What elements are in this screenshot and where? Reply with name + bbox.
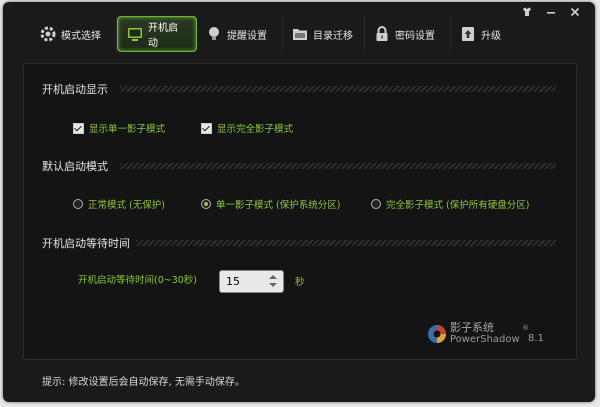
spin-down-arrow-icon[interactable] [269, 283, 277, 287]
radio-unselected[interactable] [73, 199, 83, 209]
spin-up-arrow-icon[interactable] [269, 275, 277, 279]
app-window: 模式选择 开机启动 提醒设置 目录迁移 密码设置 升级 开机启动显示 显示单一影… [3, 2, 595, 402]
tab-label: 模式选择 [61, 30, 101, 42]
tab-boot-startup[interactable]: 开机启动 [117, 16, 197, 52]
section-title-default-mode: 默认启动模式 [42, 160, 108, 173]
tab-bar: 模式选择 开机启动 提醒设置 目录迁移 密码设置 升级 [31, 16, 513, 54]
status-tip: 提示: 修改设置后会自动保存, 无需手动保存。 [42, 377, 245, 388]
radio-normal-mode[interactable]: 正常模式 (无保护) [73, 197, 165, 211]
powershadow-logo: 影子系统 PowerShadow ® 8.1 [426, 319, 566, 351]
tab-directory-migration[interactable]: 目录迁移 [283, 16, 365, 52]
section-divider [120, 163, 556, 169]
radio-label: 正常模式 (无保护) [88, 200, 165, 211]
wait-time-input[interactable] [226, 273, 260, 289]
checkbox-checked[interactable] [73, 122, 84, 134]
wait-time-label: 开机启动等待时间(0~30秒) [78, 275, 198, 286]
logo-emblem-icon [428, 325, 446, 343]
logo-english-name: PowerShadow [450, 334, 520, 345]
section-title-display: 开机启动显示 [42, 83, 108, 96]
tab-label: 密码设置 [395, 30, 435, 42]
tab-upgrade[interactable]: 升级 [451, 16, 513, 52]
radio-full-shadow-mode[interactable]: 完全影子模式 (保护所有硬盘分区) [371, 197, 529, 211]
logo-version: 8.1 [528, 333, 544, 344]
folder-icon [291, 25, 309, 43]
radio-label: 单一影子模式 (保护系统分区) [216, 200, 341, 211]
checkbox-label: 显示单一影子模式 [89, 124, 166, 135]
wait-time-unit: 秒 [295, 277, 305, 288]
checkbox-checked[interactable] [201, 122, 212, 134]
tab-label: 提醒设置 [227, 30, 267, 42]
radio-single-shadow-mode[interactable]: 单一影子模式 (保护系统分区) [201, 197, 340, 211]
section-title-wait-time: 开机启动等待时间 [42, 237, 130, 250]
checkbox-label: 显示完全影子模式 [217, 124, 294, 135]
monitor-icon [126, 25, 144, 43]
tab-password-settings[interactable]: 密码设置 [365, 16, 451, 52]
radio-unselected[interactable] [371, 199, 381, 209]
lock-icon [373, 25, 391, 43]
section-divider [136, 240, 556, 246]
tab-label: 升级 [481, 30, 501, 42]
bulb-icon [205, 25, 223, 43]
wait-time-spinbox[interactable] [219, 270, 284, 293]
checkbox-show-full-mode[interactable]: 显示完全影子模式 [201, 121, 293, 135]
shirt-icon[interactable] [521, 6, 533, 18]
logo-chinese-name: 影子系统 [450, 321, 494, 334]
tab-label: 目录迁移 [313, 30, 353, 42]
logo-registered-mark: ® [522, 324, 529, 332]
tab-reminder-settings[interactable]: 提醒设置 [197, 16, 283, 52]
close-icon[interactable] [569, 6, 581, 18]
checkbox-show-single-mode[interactable]: 显示单一影子模式 [73, 121, 165, 135]
tab-mode-select[interactable]: 模式选择 [31, 16, 117, 52]
title-buttons [521, 6, 581, 18]
radio-label: 完全影子模式 (保护所有硬盘分区) [386, 200, 530, 211]
gear-icon [39, 25, 57, 43]
settings-panel: 开机启动显示 显示单一影子模式 显示完全影子模式 默认启动模式 正常模式 (无保… [23, 63, 577, 360]
tab-label: 开机启动 [148, 23, 178, 49]
minimize-icon[interactable] [545, 6, 557, 18]
radio-selected[interactable] [201, 199, 211, 209]
upgrade-icon [459, 25, 477, 43]
section-divider [120, 86, 556, 92]
